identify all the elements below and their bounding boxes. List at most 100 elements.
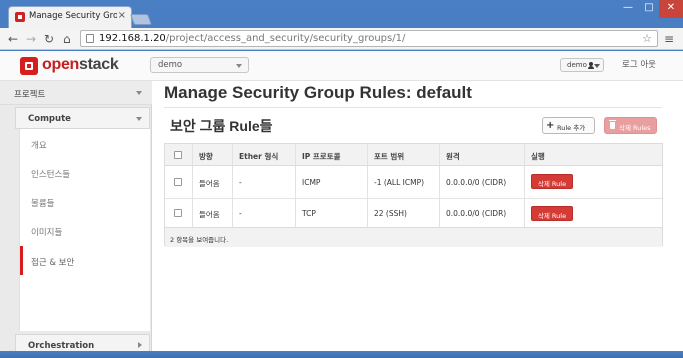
cell-direction: 들어옴	[199, 179, 220, 188]
sidebar-group-label: Compute	[28, 114, 71, 124]
cell-ether: -	[239, 178, 242, 187]
browser-menu-icon[interactable]: ≡	[664, 32, 674, 46]
project-select-value: demo	[158, 60, 183, 70]
sidebar-item-label: 접근 & 보안	[31, 258, 75, 268]
window-bottom-border	[0, 351, 683, 358]
logout-link[interactable]: 로그 아웃	[622, 58, 656, 70]
page-content: openstack demo demo 로그 아웃 프로젝트 Compute 개…	[0, 51, 683, 358]
user-name: demo	[567, 61, 587, 69]
table-row: 들어옴 - TCP 22 (SSH) 0.0.0.0/0 (CIDR) 삭제 R…	[165, 199, 662, 228]
table-header-row: 방향 Ether 형식 IP 프로토콜 포트 범위 원격 실행	[165, 144, 662, 166]
delete-rules-label: 삭제 Rules	[619, 124, 651, 132]
browser-toolbar: ← → ↻ ⌂ 192.168.1.20/project/access_and_…	[0, 28, 683, 50]
project-select[interactable]: demo	[150, 57, 249, 73]
url-path: /project/access_and_security/security_gr…	[165, 33, 406, 44]
main-content: Manage Security Group Rules: default 보안 …	[164, 81, 664, 358]
sidebar-item-label: 볼륨들	[31, 199, 55, 209]
browser-tab[interactable]: Manage Security Group R ×	[8, 6, 132, 28]
column-header-ether: Ether 형식	[239, 152, 279, 161]
cell-protocol: TCP	[302, 209, 316, 218]
close-window-button[interactable]: ✕	[659, 0, 683, 18]
rules-table: 방향 Ether 형식 IP 프로토콜 포트 범위 원격 실행 들어옴 - IC…	[164, 143, 663, 247]
table-footer-count: 2 항목을 보여줍니다.	[170, 236, 229, 244]
home-icon[interactable]: ⌂	[63, 31, 71, 47]
sidebar-item-access-security[interactable]: 접근 & 보안	[20, 246, 151, 275]
page-title: Manage Security Group Rules: default	[164, 83, 472, 102]
table-cell: ICMP	[295, 166, 367, 198]
logo-text-open: open	[42, 56, 80, 73]
tab-strip: Manage Security Group R × — □ ✕	[0, 0, 683, 28]
table-cell: 22 (SSH)	[367, 199, 439, 227]
maximize-button[interactable]: □	[639, 0, 659, 18]
row-checkbox[interactable]	[174, 178, 182, 186]
header-cell: 실행	[524, 144, 662, 165]
openstack-logo-icon[interactable]	[20, 57, 38, 75]
header-cell[interactable]: 포트 범위	[367, 144, 439, 165]
url-host: 192.168.1.20	[99, 33, 166, 44]
table-cell: 들어옴	[192, 166, 232, 198]
header-cell-select	[165, 144, 192, 165]
bookmark-star-icon[interactable]: ☆	[642, 32, 652, 45]
delete-rule-label: 삭제 Rule	[537, 180, 567, 188]
column-header-port: 포트 범위	[374, 152, 405, 161]
back-arrow-icon[interactable]: ←	[8, 31, 18, 47]
chevron-down-icon	[136, 91, 142, 95]
tab-close-icon[interactable]: ×	[118, 10, 126, 22]
delete-rule-label: 삭제 Rule	[537, 212, 567, 220]
forward-arrow-icon[interactable]: →	[26, 31, 36, 47]
logo-text[interactable]: openstack	[42, 56, 119, 74]
section-title: 보안 그룹 Rule들	[170, 118, 273, 134]
cell-remote: 0.0.0.0/0 (CIDR)	[446, 209, 507, 218]
sidebar-item-label: 인스턴스들	[31, 170, 71, 180]
table-cell: 들어옴	[192, 199, 232, 227]
table-cell: 0.0.0.0/0 (CIDR)	[439, 166, 524, 198]
sidebar-group-compute[interactable]: Compute	[15, 107, 150, 129]
delete-rules-button[interactable]: 삭제 Rules	[604, 117, 657, 134]
cell-remote: 0.0.0.0/0 (CIDR)	[446, 178, 507, 187]
delete-rule-button[interactable]: 삭제 Rule	[531, 206, 573, 221]
sidebar-group-label: Orchestration	[28, 341, 95, 351]
sidebar-item-instances[interactable]: 인스턴스들	[20, 158, 151, 187]
logo-text-stack: stack	[79, 56, 119, 73]
openstack-favicon-icon	[15, 12, 25, 22]
address-bar[interactable]: 192.168.1.20/project/access_and_security…	[80, 30, 658, 47]
sidebar: 프로젝트 Compute 개요 인스턴스들 볼륨들 이미지들 접근 & 보안 O…	[0, 81, 152, 358]
page-icon	[86, 34, 94, 43]
sidebar-compute-panel: 개요 인스턴스들 볼륨들 이미지들 접근 & 보안	[19, 129, 150, 331]
chevron-down-icon	[136, 117, 142, 121]
table-footer: 2 항목을 보여줍니다.	[165, 228, 662, 247]
cell-ether: -	[239, 209, 242, 218]
sidebar-item-label: 개요	[31, 141, 47, 151]
sidebar-item-volumes[interactable]: 볼륨들	[20, 187, 151, 216]
reload-icon[interactable]: ↻	[44, 31, 54, 47]
sidebar-item-label: 이미지들	[31, 228, 63, 238]
column-header-direction: 방향	[199, 152, 213, 161]
minimize-button[interactable]: —	[617, 0, 639, 18]
table-cell: -	[232, 166, 295, 198]
new-tab-button[interactable]	[129, 14, 153, 25]
sidebar-project-header[interactable]: 프로젝트	[0, 81, 152, 105]
table-cell: TCP	[295, 199, 367, 227]
sidebar-item-overview[interactable]: 개요	[20, 129, 151, 158]
title-divider	[164, 107, 662, 108]
tab-title: Manage Security Group R	[29, 11, 117, 21]
header-cell[interactable]: IP 프로토콜	[295, 144, 367, 165]
select-all-checkbox[interactable]	[174, 151, 182, 159]
table-cell: -1 (ALL ICMP)	[367, 166, 439, 198]
row-select-cell	[165, 166, 192, 198]
cell-port: -1 (ALL ICMP)	[374, 178, 425, 187]
header-cell[interactable]: 원격	[439, 144, 524, 165]
user-menu-button[interactable]: demo	[560, 58, 604, 72]
header-cell[interactable]: Ether 형식	[232, 144, 295, 165]
trash-icon	[609, 120, 616, 129]
row-checkbox[interactable]	[174, 209, 182, 217]
sidebar-item-images[interactable]: 이미지들	[20, 216, 151, 245]
table-cell: 삭제 Rule	[524, 166, 662, 198]
add-rule-button[interactable]: + Rule 추가	[542, 117, 595, 134]
top-navbar: openstack demo demo 로그 아웃	[0, 51, 683, 81]
sidebar-header-label: 프로젝트	[14, 90, 46, 100]
delete-rule-button[interactable]: 삭제 Rule	[531, 174, 573, 189]
header-cell[interactable]: 방향	[192, 144, 232, 165]
column-header-protocol: IP 프로토콜	[302, 152, 341, 161]
chevron-down-icon	[236, 64, 242, 68]
